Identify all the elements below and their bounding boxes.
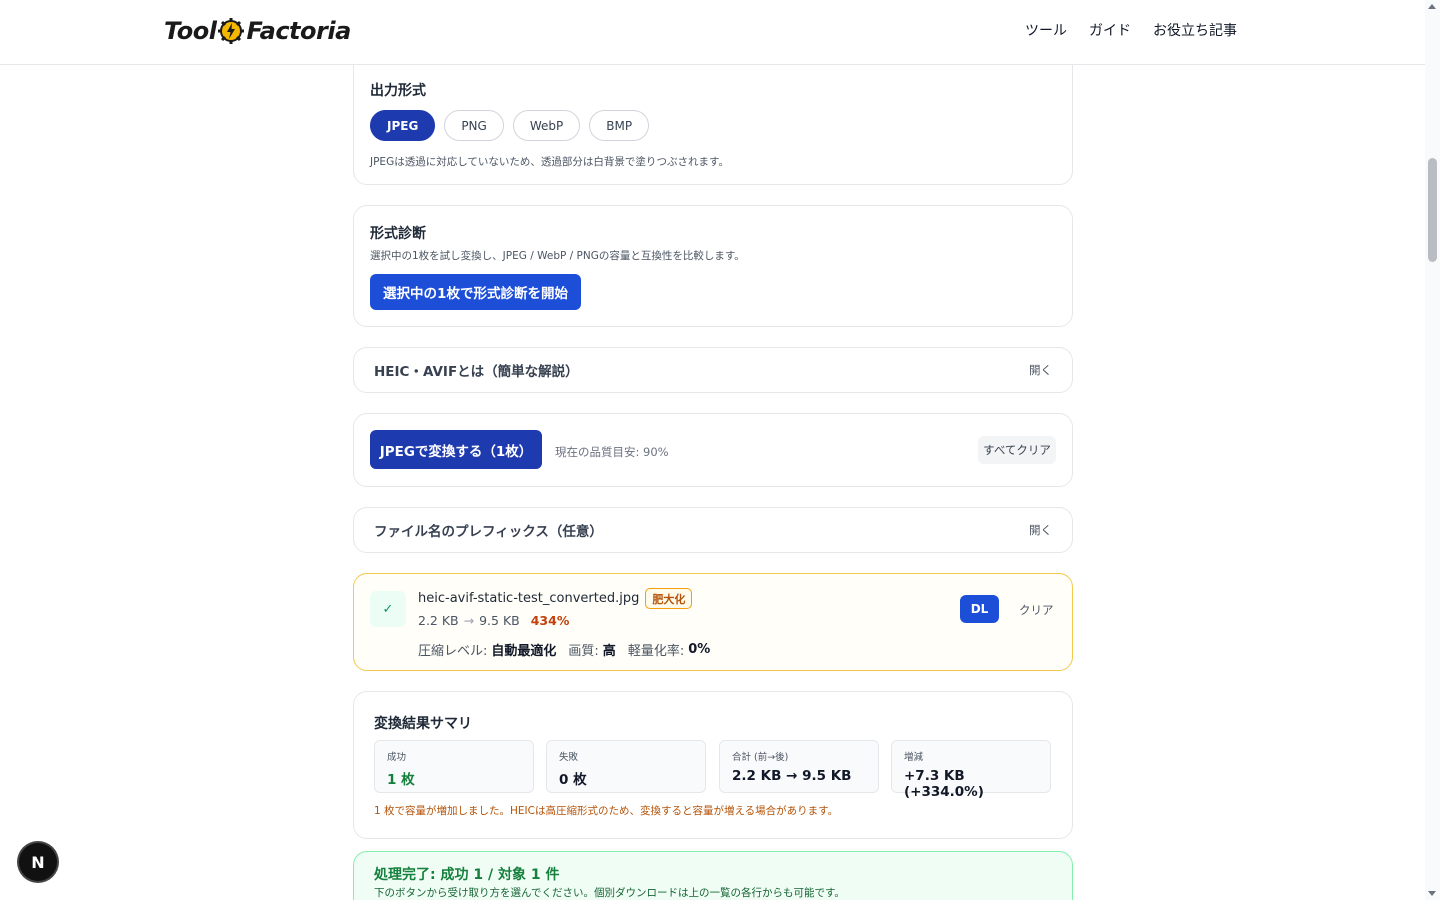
stat-success-value: 1 枚	[387, 772, 415, 788]
convert-button[interactable]: JPEGで変換する（1枚）	[370, 430, 542, 469]
nav-tools[interactable]: ツール	[1025, 20, 1067, 40]
site-header: Tool Factoria ツール ガイド お役立ち記事	[0, 0, 1425, 65]
logo-text-factoria: Factoria	[246, 17, 351, 45]
size-arrow: →	[463, 613, 475, 628]
scroll-down-arrow-icon[interactable]	[1428, 891, 1436, 896]
stat-failed: 失敗 0 枚	[546, 740, 706, 793]
success-check-icon: ✓	[370, 591, 406, 627]
logo-text-tool: Tool	[164, 17, 217, 45]
format-jpeg-button[interactable]: JPEG	[370, 110, 436, 141]
page-scrollbar[interactable]	[1425, 0, 1440, 900]
compression-label: 圧縮レベル:	[418, 644, 488, 659]
output-format-title: 出力形式	[370, 83, 426, 99]
diagnosis-title: 形式診断	[370, 226, 426, 242]
process-complete-card: 処理完了: 成功 1 / 対象 1 件 下のボタンから受け取り方を選んでください…	[353, 851, 1073, 900]
stat-diff-value: +7.3 KB (+334.0%)	[904, 768, 984, 800]
quality-value: 高	[602, 644, 616, 659]
heic-info-label: HEIC・AVIFとは（簡単な解説）	[374, 364, 579, 380]
download-button[interactable]: DL	[960, 595, 999, 623]
prefix-collapsible[interactable]: ファイル名のプレフィックス（任意） 開く	[353, 507, 1073, 553]
nav-guide[interactable]: ガイド	[1089, 20, 1131, 40]
stat-failed-label: 失敗	[559, 752, 579, 763]
gear-lightning-icon	[218, 18, 245, 44]
stat-total-label: 合計 (前→後)	[732, 752, 789, 763]
main-nav: ツール ガイド お役立ち記事	[1025, 20, 1237, 40]
stat-diff-label: 増減	[904, 752, 924, 763]
diagnosis-card: 形式診断 選択中の1枚を試し変換し、JPEG / WebP / PNGの容量と互…	[353, 205, 1073, 327]
heic-info-toggle[interactable]: 開く	[1029, 362, 1052, 378]
quality-label: 画質:	[568, 644, 599, 659]
file-name: heic-avif-static-test_converted.jpg	[418, 591, 640, 606]
prefix-label: ファイル名のプレフィックス（任意）	[374, 524, 603, 540]
size-percent: 434%	[530, 613, 570, 628]
reduction-label: 軽量化率:	[627, 644, 685, 659]
heic-info-collapsible[interactable]: HEIC・AVIFとは（簡単な解説） 開く	[353, 347, 1073, 393]
stat-success-label: 成功	[387, 752, 407, 763]
stat-total: 合計 (前→後) 2.2 KB → 9.5 KB	[719, 740, 879, 793]
stat-failed-value: 0 枚	[559, 772, 587, 788]
compression-value: 自動最適化	[491, 644, 557, 659]
size-increased-badge: 肥大化	[645, 588, 693, 609]
scroll-up-arrow-icon[interactable]	[1428, 4, 1436, 9]
size-before: 2.2 KB	[418, 613, 459, 628]
summary-card: 変換結果サマリ 成功 1 枚 失敗 0 枚 合計 (前→後) 2.2 KB → …	[353, 691, 1073, 839]
stat-total-value: 2.2 KB → 9.5 KB	[732, 768, 852, 784]
format-bmp-button[interactable]: BMP	[589, 110, 650, 141]
format-webp-button[interactable]: WebP	[512, 110, 581, 141]
reduction-value: 0%	[688, 642, 711, 657]
output-format-card: 出力形式 JPEG PNG WebP BMP JPEGは透過に対応していないため…	[353, 56, 1073, 185]
process-complete-description: 下のボタンから受け取り方を選んでください。個別ダウンロードは上の一覧の各行からも…	[374, 887, 845, 899]
summary-title: 変換結果サマリ	[374, 716, 472, 732]
nav-articles[interactable]: お役立ち記事	[1153, 20, 1237, 40]
start-diagnosis-button[interactable]: 選択中の1枚で形式診断を開始	[370, 274, 581, 310]
format-note: JPEGは透過に対応していないため、透過部分は白背景で塗りつぶされます。	[370, 156, 729, 168]
convert-card: JPEGで変換する（1枚） 現在の品質目安: 90% すべてクリア	[353, 413, 1073, 487]
format-options: JPEG PNG WebP BMP	[370, 110, 650, 141]
stat-diff: 増減 +7.3 KB (+334.0%)	[891, 740, 1051, 800]
file-clear-button[interactable]: クリア	[1019, 602, 1054, 618]
nextjs-dev-badge[interactable]: N	[19, 843, 57, 881]
quality-text: 現在の品質目安: 90%	[555, 445, 669, 459]
process-complete-title: 処理完了: 成功 1 / 対象 1 件	[374, 867, 560, 883]
clear-all-button[interactable]: すべてクリア	[978, 436, 1056, 464]
scrollbar-thumb[interactable]	[1428, 158, 1437, 262]
prefix-toggle[interactable]: 開く	[1029, 522, 1052, 538]
site-logo[interactable]: Tool Factoria	[164, 14, 351, 48]
stat-success: 成功 1 枚	[374, 740, 534, 793]
file-item: ✓ heic-avif-static-test_converted.jpg 肥大…	[353, 573, 1073, 671]
format-png-button[interactable]: PNG	[444, 110, 504, 141]
diagnosis-description: 選択中の1枚を試し変換し、JPEG / WebP / PNGの容量と互換性を比較…	[370, 250, 745, 262]
size-after: 9.5 KB	[479, 613, 520, 628]
summary-warning: 1 枚で容量が増加しました。HEICは高圧縮形式のため、変換すると容量が増える場…	[374, 805, 839, 817]
